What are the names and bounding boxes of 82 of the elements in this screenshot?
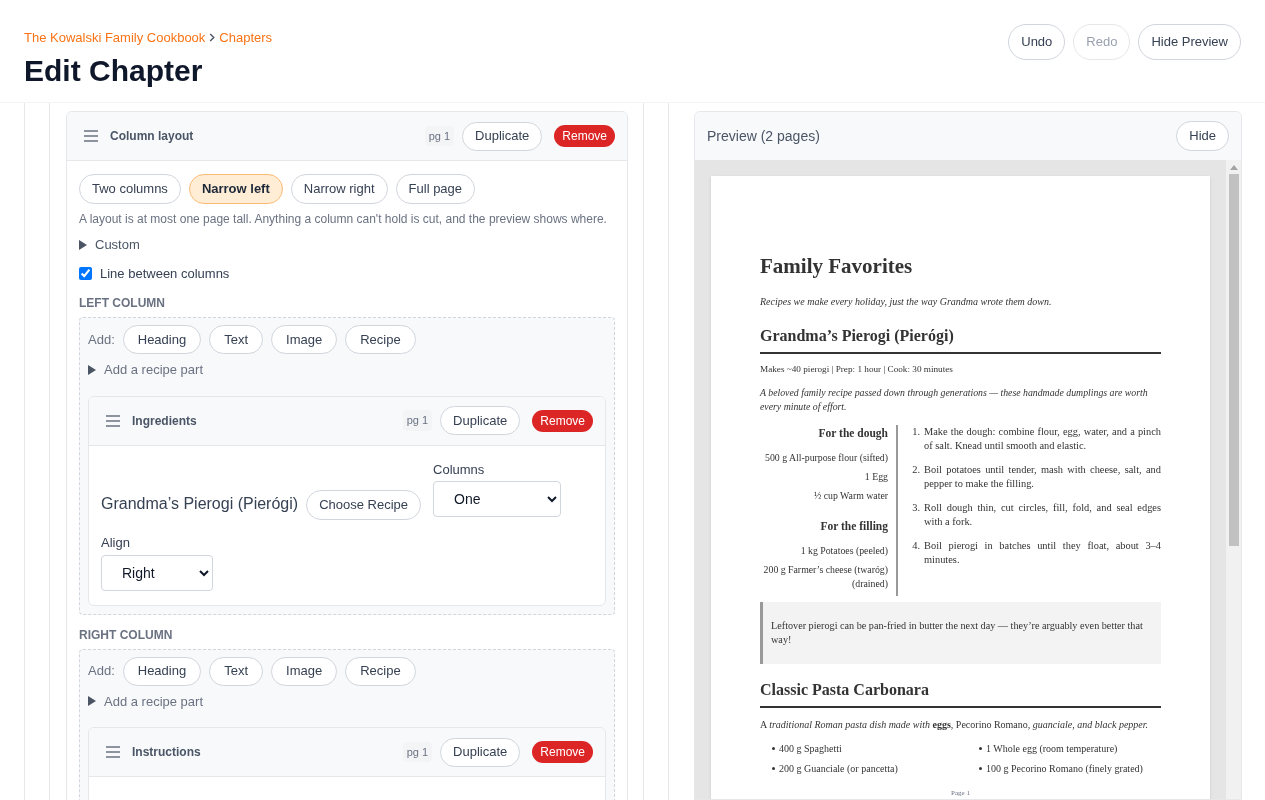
block-title: Instructions	[132, 744, 201, 760]
step-number: 2.	[912, 462, 920, 477]
page-badge: pg 1	[424, 125, 455, 147]
add-block-button[interactable]: Text	[209, 325, 264, 354]
step-number: 1.	[912, 424, 920, 439]
help-text: A layout is at most one page tall. Anything a column can't hold is cut, and the preview shows where.	[79, 211, 608, 227]
step-number: 4.	[912, 538, 920, 553]
add-block-button[interactable]: Image	[271, 325, 338, 354]
duplicate-button[interactable]: Duplicate	[440, 406, 521, 435]
remove-button[interactable]: Remove	[532, 741, 593, 763]
remove-button[interactable]: Remove	[532, 409, 593, 432]
step-text: Roll dough thin, cut circles, fill, fold, and seal edges with a fork.	[924, 500, 1161, 529]
step-number: 3.	[912, 500, 920, 515]
scroll-up-arrow-icon[interactable]	[1229, 165, 1238, 170]
ingredient-group-title: For the dough	[817, 425, 888, 441]
menu-icon[interactable]	[84, 130, 98, 142]
scrollbar-thumb[interactable]	[1228, 174, 1239, 546]
page-title: Edit Chapter	[24, 52, 204, 89]
remove-button[interactable]: Remove	[554, 125, 615, 147]
ingredient-item: 400 g Spaghetti	[779, 741, 842, 756]
hide-button[interactable]: Hide	[1176, 121, 1229, 151]
checkbox[interactable]	[79, 266, 92, 280]
block-title: Column layout	[110, 128, 194, 144]
add-block-button[interactable]: Image	[271, 656, 338, 686]
ingredient-item: 1 Egg	[863, 469, 888, 484]
step-text: Make the dough: combine flour, egg, water, and a pinch of salt. Knead until smooth and elastic.	[924, 424, 1161, 453]
layout-option[interactable]: Two columns	[79, 174, 181, 204]
recipe-title: Classic Pasta Carbonara	[760, 679, 1161, 708]
menu-icon[interactable]	[106, 746, 120, 758]
chevron-right-icon	[209, 33, 216, 43]
recipe-title: Grandma’s Pierogi (Pierógi)	[760, 326, 1161, 354]
column-label: LEFT COLUMN	[79, 295, 166, 311]
recipe-description: A traditional Roman pasta dish made with eggs, Pecorino Romano, guanciale, and black pepper.	[760, 717, 1150, 732]
ingredient-group-title: For the filling	[819, 518, 888, 534]
ingredient-item: 100 g Pecorino Romano (finely grated)	[986, 761, 1143, 776]
layout-option[interactable]: Full page	[395, 174, 476, 204]
add-block-button[interactable]: Text	[209, 656, 264, 686]
add-block-button[interactable]: Heading	[122, 325, 202, 354]
add-label: Add:	[88, 662, 115, 681]
header-button[interactable]: Hide Preview	[1138, 24, 1241, 60]
column-label: RIGHT COLUMN	[79, 626, 174, 643]
duplicate-button[interactable]: Duplicate	[462, 121, 543, 151]
custom-toggle[interactable]: Custom	[79, 235, 140, 255]
select-field[interactable]: Right	[101, 554, 213, 591]
block-title: Ingredients	[132, 412, 197, 429]
bullet-icon	[979, 767, 982, 771]
bullet-icon	[772, 767, 775, 771]
layout-option[interactable]: Narrow left	[188, 174, 283, 204]
add-label: Add:	[88, 330, 115, 349]
custom-label[interactable]: Custom	[95, 235, 140, 255]
ingredient-item: 1 kg Potatoes (peeled)	[799, 543, 888, 558]
header-button[interactable]: Undo	[1008, 24, 1066, 60]
field-label: Align	[101, 534, 131, 552]
recipe-name: Grandma’s Pierogi (Pierógi)	[101, 494, 299, 514]
checkbox-label: Line between columns	[100, 264, 230, 283]
page-intro: Recipes we make every holiday, just the way Grandma wrote them down.	[760, 295, 1053, 309]
recipe-description: A beloved family recipe passed down through generations — these handmade dumplings are worth every minute of effort.	[760, 385, 1149, 414]
ingredient-item: ½ cup Warm water	[812, 488, 888, 503]
bullet-icon	[979, 747, 982, 751]
add-block-button[interactable]: Heading	[122, 656, 202, 686]
ingredient-item: 200 g Guanciale (or pancetta)	[779, 761, 898, 776]
page-badge: pg 1	[402, 741, 433, 763]
scrollbar[interactable]	[1226, 160, 1241, 799]
duplicate-button[interactable]: Duplicate	[440, 737, 521, 767]
ingredient-item: 500 g All-purpose flour (sifted)	[764, 450, 888, 465]
recipe-note: Leftover pierogi can be pan-fried in butter the next day — they’re arguably even better that way!	[760, 601, 1161, 664]
page-badge: pg 1	[402, 410, 433, 431]
add-block-button[interactable]: Recipe	[345, 325, 416, 354]
choose-recipe-button[interactable]: Choose Recipe	[306, 490, 421, 520]
step-text: Boil pierogi in batches until they float, about 3–4 minutes.	[924, 538, 1161, 567]
ingredient-item: 1 Whole egg (room temperature)	[986, 741, 1118, 756]
menu-icon[interactable]	[106, 414, 120, 427]
add-block-button[interactable]: Recipe	[345, 656, 416, 686]
preview-title: Preview (2 pages)	[707, 126, 820, 146]
recipe-meta: Makes ~40 pierogi | Prep: 1 hour | Cook: 30 minutes	[760, 363, 954, 376]
field-label: Columns	[433, 460, 486, 479]
step-text: Boil potatoes until tender, mash with cheese, salt, and pepper to make the filling.	[924, 462, 1161, 491]
bullet-icon	[772, 747, 775, 751]
select-field[interactable]: One	[433, 481, 561, 517]
layout-option[interactable]: Narrow right	[290, 174, 388, 204]
ingredient-item: 200 g Farmer’s cheese (twaróg) (drained)	[762, 562, 888, 591]
page-heading: Family Favorites	[760, 253, 914, 280]
